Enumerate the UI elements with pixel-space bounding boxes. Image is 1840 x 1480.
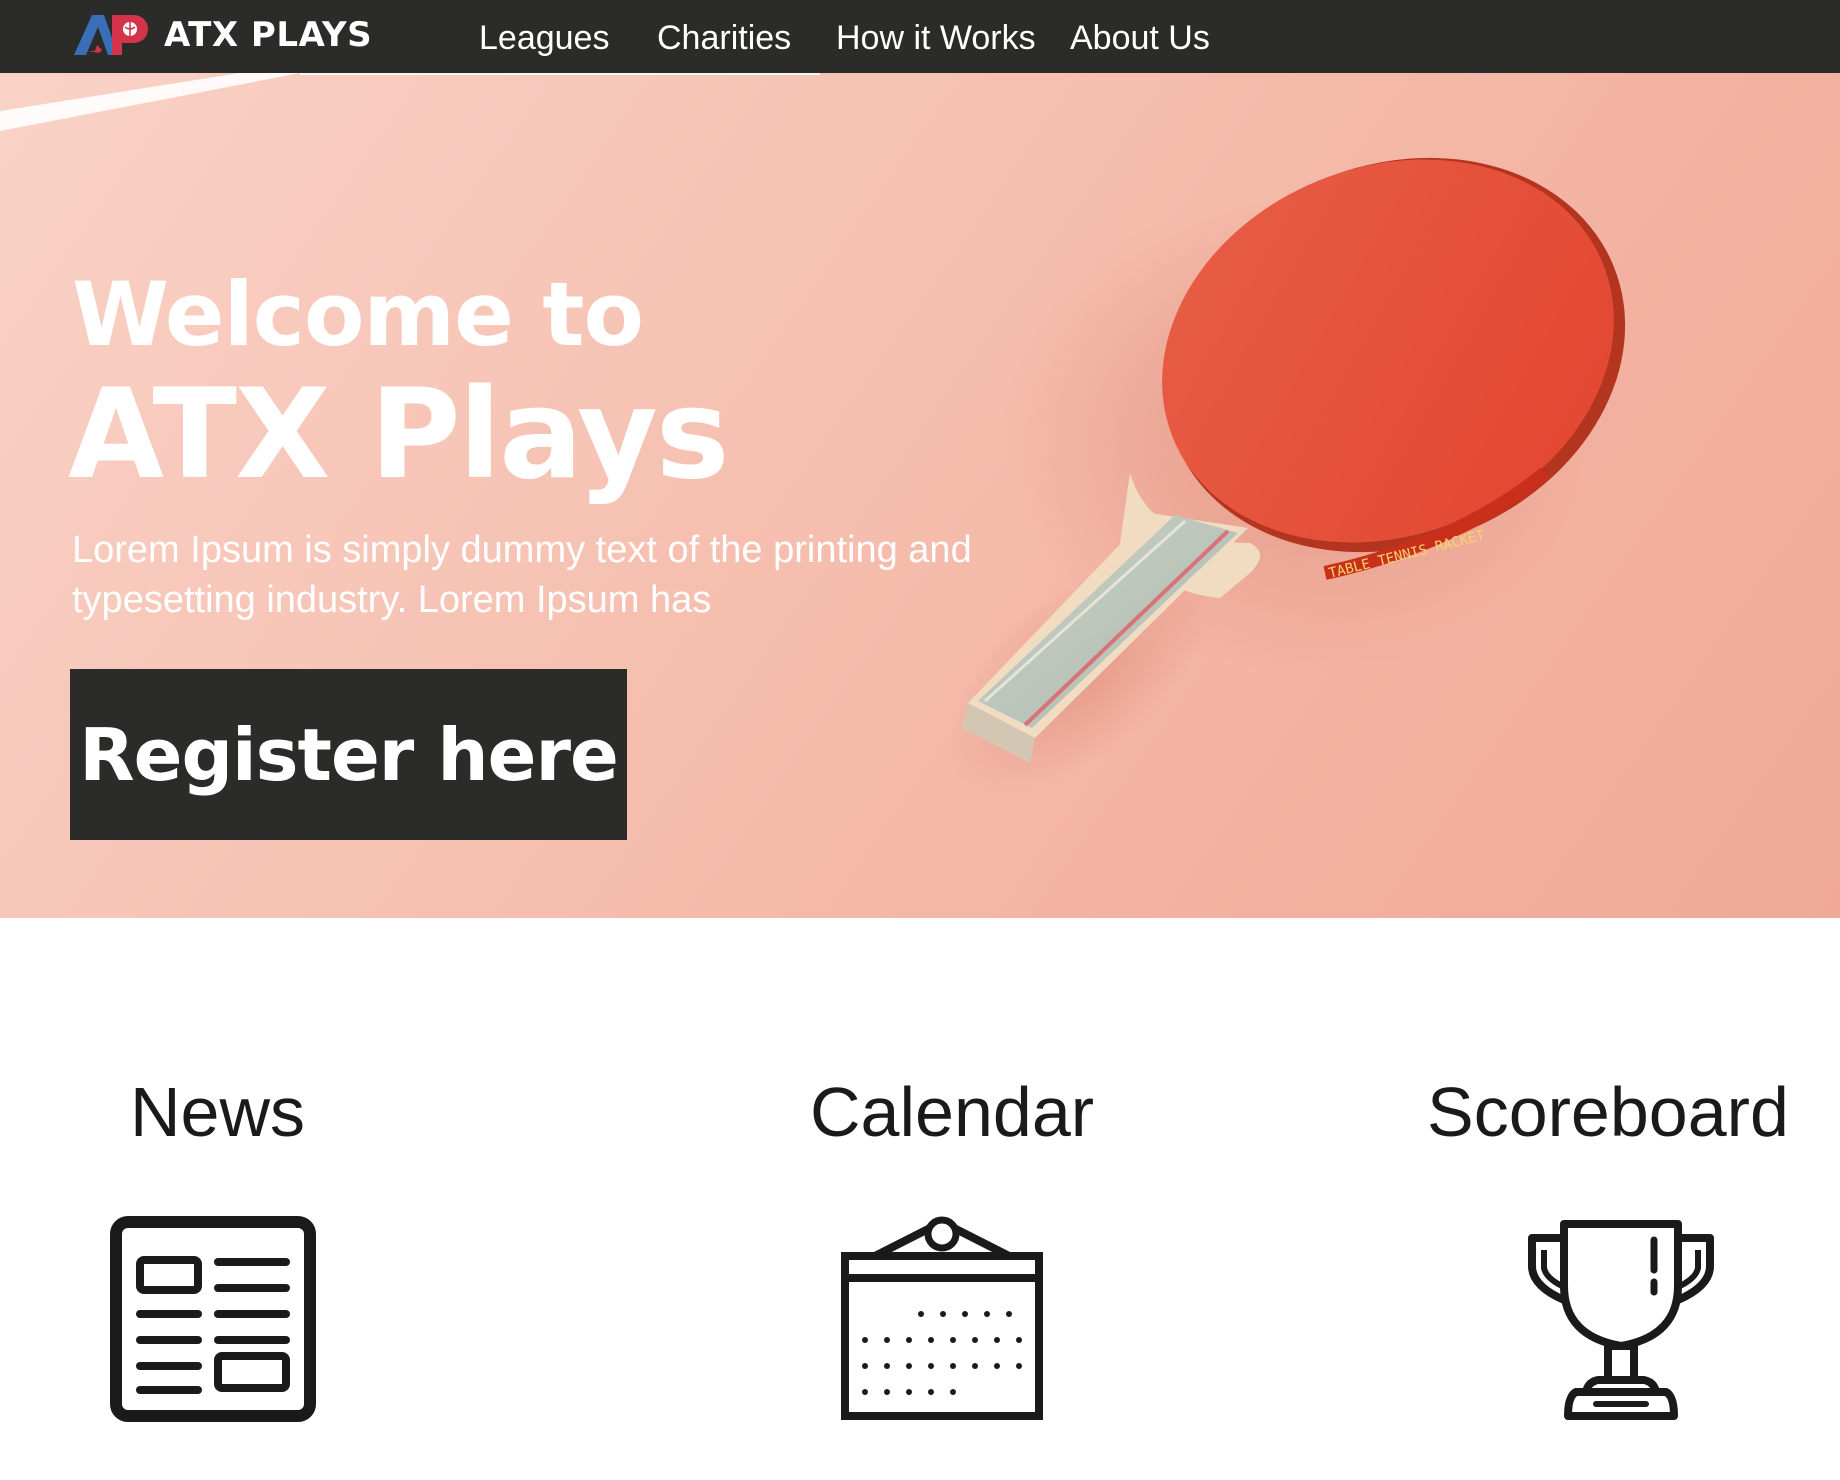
nav-link-leagues[interactable]: Leagues: [479, 18, 609, 58]
newspaper-icon[interactable]: [110, 1216, 316, 1422]
hero-title-line-2: ATX Plays: [68, 363, 730, 507]
nav-link-how-it-works[interactable]: How it Works: [836, 18, 1036, 58]
logo-icon: AP: [74, 15, 148, 55]
nav-link-about-us[interactable]: About Us: [1070, 18, 1210, 58]
register-button[interactable]: Register here: [70, 669, 627, 840]
calendar-heading[interactable]: Calendar: [810, 1070, 1094, 1154]
top-navbar: AP ATX PLAYS Leagues Charities How it Wo…: [0, 0, 1840, 73]
trophy-icon[interactable]: [1518, 1216, 1724, 1422]
brand-logo-link[interactable]: AP ATX PLAYS: [72, 13, 372, 57]
hero-section: TABLE TENNIS RACKET Welcome to ATX Plays…: [0, 73, 1840, 918]
calendar-icon[interactable]: [839, 1216, 1045, 1422]
scoreboard-heading[interactable]: Scoreboard: [1427, 1070, 1789, 1154]
brand-name: ATX PLAYS: [164, 15, 373, 55]
hero-description: Lorem Ipsum is simply dummy text of the …: [72, 529, 972, 621]
news-heading[interactable]: News: [130, 1070, 305, 1154]
nav-link-charities[interactable]: Charities: [657, 18, 791, 58]
hero-title-line-1: Welcome to: [72, 263, 644, 366]
